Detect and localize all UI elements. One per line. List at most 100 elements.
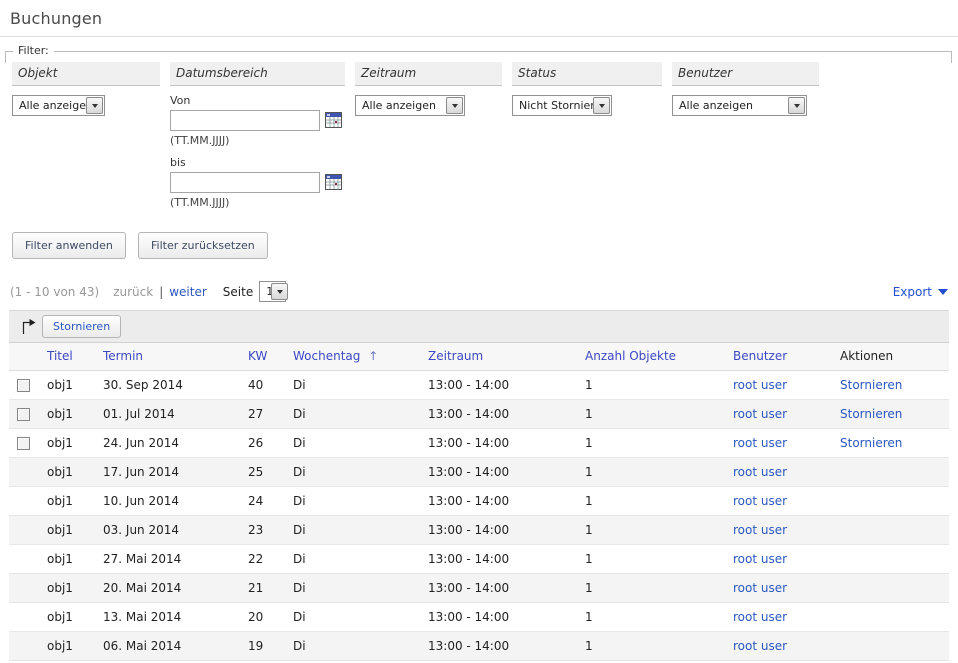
pagination-prev-link: zurück (113, 285, 153, 299)
column-header-zeitraum[interactable]: Zeitraum (428, 349, 483, 363)
row-anzahl-objekte: 1 (583, 400, 731, 429)
filter-zeitraum-label: Zeitraum (355, 62, 502, 86)
row-benutzer-link[interactable]: root user (733, 610, 787, 624)
page-select[interactable]: 1 (259, 281, 286, 302)
filter-col-objekt: Objekt Alle anzeigen (12, 62, 160, 116)
row-anzahl-objekte: 1 (583, 603, 731, 632)
row-kw: 27 (246, 400, 291, 429)
row-aktionen-cell (838, 487, 949, 516)
row-wochentag: Di (291, 400, 426, 429)
table-body: obj130. Sep 201440Di13:00 - 14:001root u… (9, 371, 949, 661)
pagination-next-link[interactable]: weiter (169, 285, 207, 299)
row-aktionen-cell: Stornieren (838, 429, 949, 458)
row-stornieren-link[interactable]: Stornieren (840, 407, 902, 421)
row-aktionen-cell: Stornieren (838, 400, 949, 429)
row-select-cell (9, 632, 45, 661)
row-select-cell (9, 516, 45, 545)
bis-calendar-button[interactable] (325, 174, 342, 190)
filter-objekt-label: Objekt (12, 62, 160, 86)
row-anzahl-objekte: 1 (583, 574, 731, 603)
row-benutzer-link[interactable]: root user (733, 465, 787, 479)
page-select-label: Seite (223, 285, 253, 299)
row-benutzer-link[interactable]: root user (733, 494, 787, 508)
row-titel: obj1 (45, 400, 101, 429)
row-benutzer-link[interactable]: root user (733, 407, 787, 421)
row-zeitraum: 13:00 - 14:00 (426, 545, 583, 574)
row-termin: 03. Jun 2014 (101, 516, 246, 545)
row-titel: obj1 (45, 458, 101, 487)
column-header-termin[interactable]: Termin (103, 349, 143, 363)
row-stornieren-link[interactable]: Stornieren (840, 378, 902, 392)
row-zeitraum: 13:00 - 14:00 (426, 400, 583, 429)
row-benutzer-link[interactable]: root user (733, 436, 787, 450)
zeitraum-select[interactable]: Alle anzeigen (355, 95, 465, 116)
benutzer-select-value: Alle anzeigen (674, 99, 788, 112)
table-row: obj103. Jun 201423Di13:00 - 14:001root u… (9, 516, 949, 545)
table-row: obj113. Mai 201420Di13:00 - 14:001root u… (9, 603, 949, 632)
row-kw: 21 (246, 574, 291, 603)
column-header-wochentag[interactable]: Wochentag (293, 349, 360, 363)
row-checkbox[interactable] (17, 437, 30, 450)
row-titel: obj1 (45, 516, 101, 545)
bis-date-input[interactable] (170, 172, 320, 193)
pagination-range: (1 - 10 von 43) (10, 285, 99, 299)
row-benutzer-cell: root user (731, 574, 838, 603)
table-row: obj127. Mai 201422Di13:00 - 14:001root u… (9, 545, 949, 574)
row-aktionen-cell (838, 574, 949, 603)
row-benutzer-link[interactable]: root user (733, 552, 787, 566)
filter-reset-button[interactable]: Filter zurücksetzen (138, 232, 268, 259)
table-row: obj117. Jun 201425Di13:00 - 14:001root u… (9, 458, 949, 487)
header-select-column (9, 343, 45, 371)
row-benutzer-link[interactable]: root user (733, 523, 787, 537)
toolbar-stornieren-button[interactable]: Stornieren (42, 315, 121, 338)
chevron-down-icon (86, 97, 103, 114)
row-zeitraum: 13:00 - 14:00 (426, 516, 583, 545)
row-kw: 25 (246, 458, 291, 487)
row-select-cell (9, 574, 45, 603)
export-menu[interactable]: Export (893, 285, 948, 299)
row-titel: obj1 (45, 371, 101, 400)
row-wochentag: Di (291, 487, 426, 516)
von-date-input[interactable] (170, 110, 320, 131)
table-row: obj130. Sep 201440Di13:00 - 14:001root u… (9, 371, 949, 400)
row-termin: 01. Jul 2014 (101, 400, 246, 429)
objekt-select[interactable]: Alle anzeigen (12, 95, 105, 116)
column-header-kw[interactable]: KW (248, 349, 267, 363)
bookings-data-table: Titel Termin KW Wochentag ↑ Zeitraum Anz… (9, 343, 949, 661)
column-header-anzahl-objekte[interactable]: Anzahl Objekte (585, 349, 676, 363)
row-termin: 27. Mai 2014 (101, 545, 246, 574)
row-titel: obj1 (45, 545, 101, 574)
row-kw: 26 (246, 429, 291, 458)
benutzer-select[interactable]: Alle anzeigen (672, 95, 807, 116)
row-wochentag: Di (291, 545, 426, 574)
chevron-down-icon (446, 97, 463, 114)
bis-label: bis (170, 156, 345, 169)
column-header-benutzer[interactable]: Benutzer (733, 349, 787, 363)
row-benutzer-link[interactable]: root user (733, 378, 787, 392)
status-select-value: Nicht Storniert (514, 99, 593, 112)
row-wochentag: Di (291, 371, 426, 400)
row-select-cell (9, 603, 45, 632)
row-select-cell (9, 458, 45, 487)
status-select[interactable]: Nicht Storniert (512, 95, 612, 116)
von-calendar-button[interactable] (325, 112, 342, 128)
row-select-cell (9, 545, 45, 574)
bis-format-hint: (TT.MM.JJJJ) (170, 196, 345, 209)
row-benutzer-link[interactable]: root user (733, 639, 787, 653)
row-stornieren-link[interactable]: Stornieren (840, 436, 902, 450)
row-zeitraum: 13:00 - 14:00 (426, 487, 583, 516)
row-termin: 17. Jun 2014 (101, 458, 246, 487)
row-checkbox[interactable] (17, 408, 30, 421)
row-checkbox[interactable] (17, 379, 30, 392)
column-header-titel[interactable]: Titel (47, 349, 73, 363)
filter-apply-button[interactable]: Filter anwenden (12, 232, 126, 259)
table-row: obj120. Mai 201421Di13:00 - 14:001root u… (9, 574, 949, 603)
table-row: obj124. Jun 201426Di13:00 - 14:001root u… (9, 429, 949, 458)
row-benutzer-link[interactable]: root user (733, 581, 787, 595)
row-benutzer-cell: root user (731, 400, 838, 429)
row-zeitraum: 13:00 - 14:00 (426, 632, 583, 661)
row-select-cell (9, 400, 45, 429)
table-row: obj101. Jul 201427Di13:00 - 14:001root u… (9, 400, 949, 429)
column-header-aktionen: Aktionen (838, 343, 949, 371)
row-wochentag: Di (291, 516, 426, 545)
